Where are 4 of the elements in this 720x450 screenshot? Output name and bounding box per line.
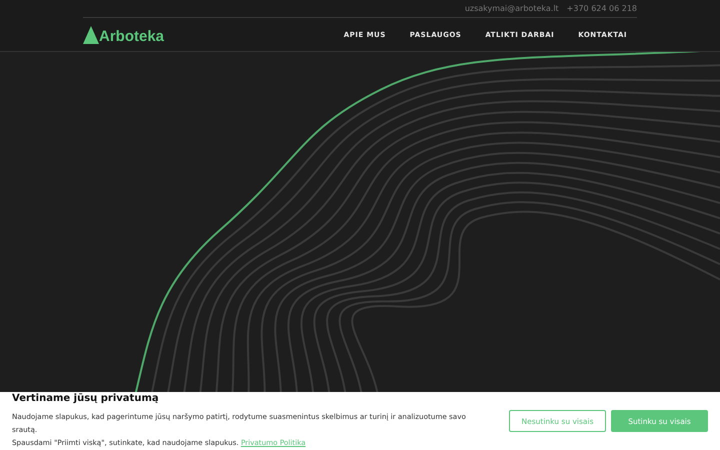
logo[interactable]: Arboteka (83, 26, 164, 44)
contact-text[interactable]: +370 624 06 218 (566, 4, 637, 13)
banner-title: Vertiname jūsų privatumą (12, 393, 160, 404)
contact-text[interactable]: uzsakymai@arboteka.lt (464, 4, 559, 13)
